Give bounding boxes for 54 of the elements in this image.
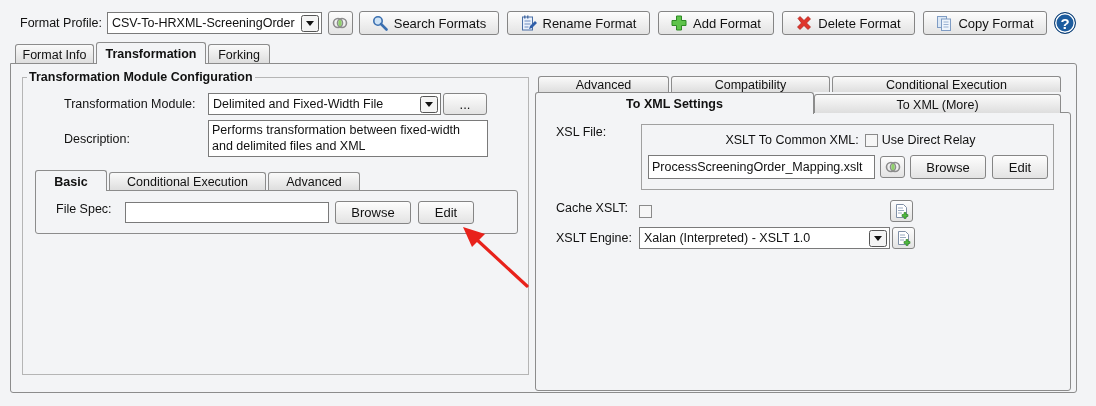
tab[interactable]: Basic [35,170,107,191]
tab[interactable]: Conditional Execution [832,76,1061,92]
field-label: XSLT Engine: [556,231,633,245]
add-button[interactable]: Add Format [657,11,774,35]
annotation-arrow [463,227,529,288]
copy-button[interactable]: Copy Format [922,11,1047,35]
group-title: Transformation Module Configuration [28,70,254,84]
field-label: Format Profile: [20,16,102,30]
tab[interactable]: Advanced [268,172,360,190]
checkbox[interactable] [864,133,878,147]
rename-button[interactable]: Rename Format [506,11,650,35]
tab[interactable]: To XML (More) [814,94,1061,113]
add-document-icon [893,203,910,219]
tab[interactable]: To XML Settings [535,92,814,114]
delete-button[interactable]: Delete Format [781,11,915,35]
browse-button[interactable]: Browse [335,200,411,224]
field-label: Transformation Module: [64,97,197,111]
documents-icon [936,15,953,31]
dropdown[interactable]: Delimited and Fixed-Width File [208,93,441,115]
checkbox-label: Use Direct Relay [881,133,976,147]
tab[interactable]: Advanced [538,76,669,92]
dropdown[interactable]: Xalan (Interpreted) - XSLT 1.0 [639,227,890,249]
rings-icon [884,161,901,173]
tab[interactable]: Transformation [96,42,206,64]
add-document-button[interactable] [892,227,915,249]
add-document-icon [895,230,912,246]
edit-button[interactable]: Edit [992,155,1048,179]
link-button[interactable] [880,156,905,178]
tab[interactable]: Compatibility [671,76,830,92]
tab[interactable]: Conditional Execution [109,172,266,190]
link-button[interactable] [327,11,353,35]
dropdown[interactable]: CSV-To-HRXML-ScreeningOrder [106,12,322,34]
browse-button[interactable]: Browse [910,155,986,179]
field-label: File Spec: [56,202,113,216]
rings-icon [332,17,349,29]
tab[interactable]: Forking [208,44,270,63]
search-button[interactable]: Search Formats [358,11,499,35]
notepad-pencil-icon [520,15,537,31]
help-button[interactable]: ? [1053,12,1076,34]
add-document-button[interactable] [890,200,913,222]
edit-button[interactable]: Edit [418,200,474,224]
search-icon [371,15,388,31]
more-button[interactable]: ... [443,93,487,115]
description-field[interactable]: Performs transformation between fixed-width and delimited files and XML [208,120,488,157]
tab[interactable]: Format Info [15,44,94,63]
field-label: Cache XSLT: [556,201,630,215]
file-spec-field[interactable] [125,201,329,223]
field-label: XSLT To Common XML: [725,133,859,147]
cross-icon [796,15,813,31]
xsl-file-field[interactable]: ProcessScreeningOrder_Mapping.xslt [648,155,875,179]
plus-icon [671,15,687,31]
field-label: XSL File: [556,125,608,139]
field-label: Description: [64,131,131,146]
checkbox[interactable] [639,204,652,218]
